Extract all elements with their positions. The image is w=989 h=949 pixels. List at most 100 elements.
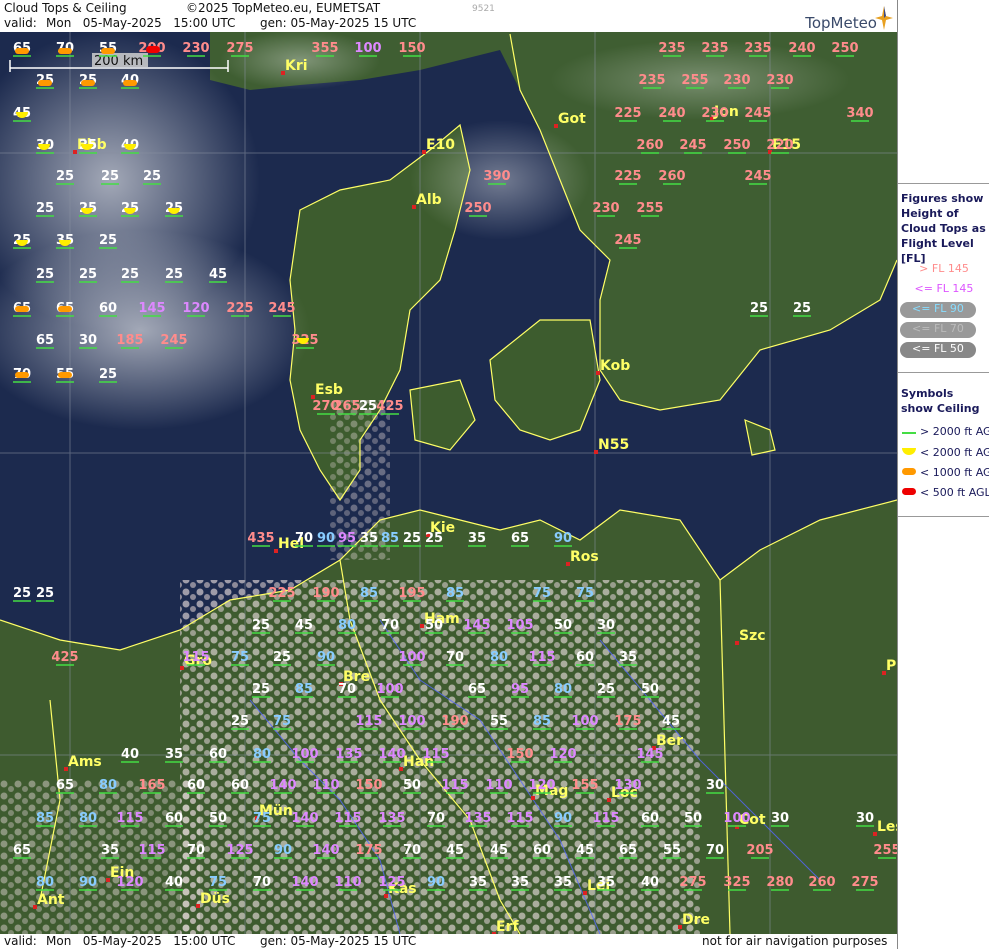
- cloud-top-value: 25: [121, 267, 139, 282]
- cloud-top-value: 325: [723, 875, 750, 890]
- cloud-top-value: 125: [226, 843, 253, 858]
- city-label: Esb: [315, 382, 343, 398]
- cloud-top-value: 255: [636, 201, 663, 216]
- footer-valid-time: Mon 05-May-2025 15:00 UTC: [46, 934, 236, 948]
- legend-symbol: < 2000 ft AGL: [898, 445, 989, 460]
- cloud-top-value: 185: [116, 333, 143, 348]
- legend-symbol: > 2000 ft AGL: [898, 424, 989, 438]
- ceiling-1000-marker: [123, 80, 137, 86]
- cloud-top-value: 100: [571, 714, 598, 729]
- city-label: Got: [558, 111, 586, 127]
- cloud-top-value: 65: [468, 682, 486, 697]
- cloud-top-value: 280: [766, 875, 793, 890]
- cloud-top-value: 120: [549, 747, 576, 762]
- cloud-top-value: 70: [295, 531, 313, 546]
- legend-item-label: <= FL 70: [912, 322, 964, 335]
- cloud-top-value: 250: [831, 41, 858, 56]
- cloud-top-value: 140: [291, 811, 318, 826]
- cloud-top-value: 175: [614, 714, 641, 729]
- cloud-top-value: 255: [681, 73, 708, 88]
- cloud-top-value: 140: [378, 747, 405, 762]
- orange-pill-icon: [902, 467, 916, 475]
- cloud-top-value: 70: [381, 618, 399, 633]
- cloud-top-value: 85: [381, 531, 399, 546]
- cloud-top-value: 100: [291, 747, 318, 762]
- cloud-top-value: 50: [554, 618, 572, 633]
- ceiling-500-marker: [146, 46, 160, 53]
- cloud-top-value: 40: [121, 747, 139, 762]
- cloud-top-value: 190: [441, 714, 468, 729]
- legend-figures-title: Figures show Height of Cloud Tops as Fli…: [901, 192, 986, 265]
- cloud-top-value: 230: [592, 201, 619, 216]
- cloud-top-value: 25: [750, 301, 768, 316]
- cloud-top-value: 25: [597, 682, 615, 697]
- cloud-top-value: 30: [856, 811, 874, 826]
- cloud-top-value: 45: [576, 843, 594, 858]
- cloud-top-value: 60: [187, 778, 205, 793]
- cloud-top-value: 135: [335, 747, 362, 762]
- cloud-top-value: 25: [79, 267, 97, 282]
- cloud-top-value: 75: [231, 650, 249, 665]
- generated-time: gen: 05-May-2025 15 UTC: [260, 16, 417, 30]
- cloud-top-value: 245: [614, 233, 641, 248]
- ceiling-1000-marker: [15, 48, 29, 54]
- legend-divider-top: [898, 183, 989, 184]
- cloud-top-value: 110: [334, 875, 361, 890]
- cloud-top-value: 255: [873, 843, 897, 858]
- ceiling-1000-marker: [58, 306, 72, 312]
- cloud-top-value: 50: [403, 778, 421, 793]
- cloud-top-value: 115: [182, 650, 209, 665]
- cloud-top-value: 100: [376, 682, 403, 697]
- cloud-top-value: 100: [398, 714, 425, 729]
- city-label: Ant: [37, 892, 65, 908]
- cloud-top-value: 165: [138, 778, 165, 793]
- compass-star-icon: [875, 6, 893, 30]
- cloud-top-value: 250: [464, 201, 491, 216]
- cloud-top-value: 340: [846, 106, 873, 121]
- cloud-top-value: 220: [766, 138, 793, 153]
- cloud-top-value: 35: [511, 875, 529, 890]
- cloud-top-value: 60: [231, 778, 249, 793]
- cloud-top-value: 75: [253, 811, 271, 826]
- cloud-top-value: 240: [658, 106, 685, 121]
- cloud-top-value: 45: [446, 843, 464, 858]
- cloud-top-value: 25: [99, 367, 117, 382]
- cloud-top-value: 90: [317, 531, 335, 546]
- cloud-top-value: 90: [554, 531, 572, 546]
- cloud-top-value: 70: [427, 811, 445, 826]
- cloud-top-value: 425: [376, 399, 403, 414]
- cloud-top-value: 110: [312, 778, 339, 793]
- cloud-top-value: 275: [851, 875, 878, 890]
- legend-symbol-label: < 1000 ft AGL: [920, 465, 989, 479]
- cloud-top-value: 25: [359, 399, 377, 414]
- cloud-top-value: 225: [226, 301, 253, 316]
- ceiling-1000-marker: [58, 48, 72, 54]
- cloud-top-value: 25: [252, 618, 270, 633]
- cloud-top-value: 25: [403, 531, 421, 546]
- city-label: Dre: [682, 912, 710, 928]
- cloud-top-value: 115: [334, 811, 361, 826]
- cloud-top-value: 150: [355, 778, 382, 793]
- image-id: 9521: [472, 4, 495, 14]
- cloud-top-value: 40: [165, 875, 183, 890]
- cloud-top-value: 120: [528, 778, 555, 793]
- cloud-top-value: 260: [808, 875, 835, 890]
- cloud-top-value: 25: [231, 714, 249, 729]
- cloud-top-value: 275: [226, 41, 253, 56]
- satellite-map[interactable]: 200 km KriGotJonE15E10AlbEbbKobEsbN55Kie…: [0, 32, 897, 934]
- cloud-top-value: 80: [79, 811, 97, 826]
- cloud-top-value: 45: [295, 618, 313, 633]
- cloud-top-value: 55: [490, 714, 508, 729]
- valid-time: Mon 05-May-2025 15:00 UTC: [46, 16, 236, 30]
- cloud-top-value: 230: [701, 106, 728, 121]
- cloud-top-value: 70: [253, 875, 271, 890]
- cloud-top-value: 75: [273, 714, 291, 729]
- cloud-top-value: 225: [268, 586, 295, 601]
- city-label: Alb: [416, 192, 442, 208]
- city-label: Kob: [600, 358, 630, 374]
- cloud-top-value: 65: [511, 531, 529, 546]
- cloud-top-value: 140: [291, 875, 318, 890]
- cloud-top-value: 115: [528, 650, 555, 665]
- legend-item-label: <= FL 145: [914, 282, 974, 295]
- cloud-top-value: 175: [355, 843, 382, 858]
